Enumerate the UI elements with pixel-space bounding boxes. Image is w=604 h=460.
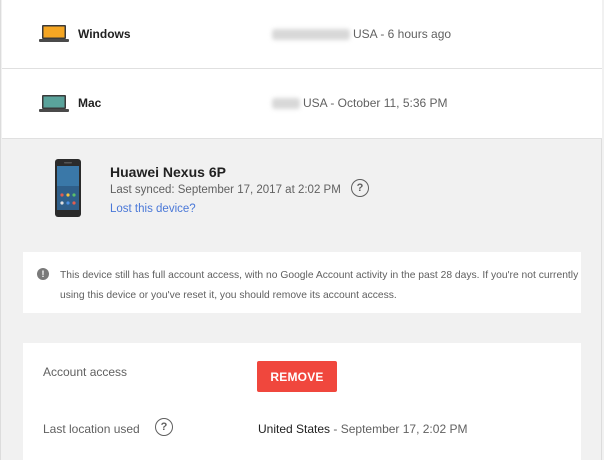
account-access-label: Account access [43,365,128,379]
device-name: Mac [78,96,102,110]
device-location: USA - 6 hours ago [272,27,451,41]
device-title: Huawei Nexus 6P [110,164,226,180]
laptop-icon [39,95,69,112]
blurred-city [272,29,350,41]
device-name: Windows [78,27,131,41]
device-location: USA - October 11, 5:36 PM [272,96,448,110]
device-row-mac[interactable]: Mac USA - October 11, 5:36 PM [2,69,602,139]
inactivity-notice: ! This device still has full account acc… [23,252,581,313]
last-location-value: United States - September 17, 2:02 PM [258,422,468,436]
lost-device-link[interactable]: Lost this device? [110,203,196,215]
blurred-city [272,98,300,110]
smartphone-icon [55,159,81,217]
last-location-label: Last location used [43,422,140,436]
account-access-card: Account access REMOVE Last location used… [23,343,581,460]
help-icon[interactable]: ? [351,179,369,197]
device-row-windows[interactable]: Windows USA - 6 hours ago [2,0,602,69]
expanded-device-section: Huawei Nexus 6P Last synced: September 1… [2,138,602,460]
info-icon: ! [37,268,49,280]
laptop-icon [39,25,69,42]
remove-button[interactable]: REMOVE [257,361,337,392]
devices-panel: Windows USA - 6 hours ago Mac USA - Octo… [0,0,602,460]
help-icon[interactable]: ? [155,418,173,436]
notice-text: This device still has full account acces… [60,270,579,301]
last-synced-text: Last synced: September 17, 2017 at 2:02 … [110,184,341,196]
